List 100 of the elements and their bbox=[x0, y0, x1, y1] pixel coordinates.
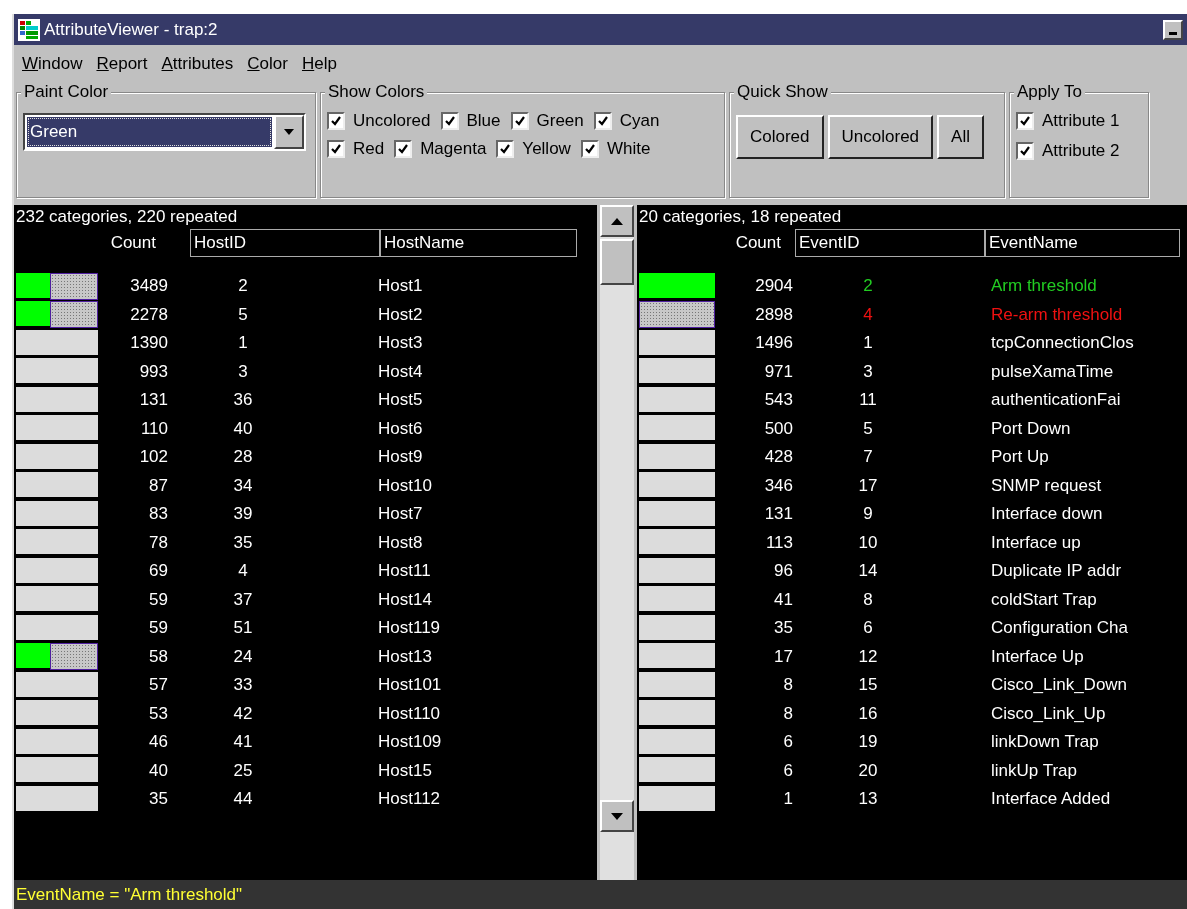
count-cell-text: 8 bbox=[782, 703, 793, 724]
count-bar[interactable] bbox=[639, 272, 715, 300]
count-bar[interactable] bbox=[639, 700, 715, 728]
column-header[interactable]: Count bbox=[637, 229, 787, 257]
name-cell-text: Interface Added bbox=[990, 789, 1111, 810]
count-bar[interactable] bbox=[16, 614, 98, 642]
scroll-thumb[interactable] bbox=[600, 239, 634, 285]
check-icon bbox=[1019, 145, 1031, 157]
count-bar[interactable] bbox=[639, 358, 715, 386]
name-cell-text: Host15 bbox=[377, 760, 432, 781]
id-cell-text: 37 bbox=[232, 589, 254, 610]
count-bar[interactable] bbox=[16, 500, 98, 528]
count-bar[interactable] bbox=[639, 443, 715, 471]
count-cell-text: 543 bbox=[763, 390, 793, 411]
scrollbar[interactable] bbox=[600, 205, 634, 880]
checkbox[interactable] bbox=[1016, 142, 1034, 160]
name-cell-text: Duplicate IP addr bbox=[990, 561, 1122, 582]
count-cell-text: 131 bbox=[763, 504, 793, 525]
selected-count-bar[interactable] bbox=[639, 301, 715, 329]
quick-show-button[interactable]: All bbox=[937, 115, 984, 159]
count-bar[interactable] bbox=[16, 472, 98, 500]
id-cell-text: 35 bbox=[232, 532, 254, 553]
count-bar[interactable] bbox=[16, 272, 50, 300]
count-bar[interactable] bbox=[639, 586, 715, 614]
checkbox[interactable] bbox=[394, 140, 413, 158]
count-bar[interactable] bbox=[639, 557, 715, 585]
name-cell-text: Interface Up bbox=[990, 646, 1084, 667]
count-bar[interactable] bbox=[639, 757, 715, 785]
count-cell-text: 57 bbox=[148, 675, 168, 696]
name-cell-text: Cisco_Link_Down bbox=[990, 675, 1128, 696]
count-cell-text: 6 bbox=[782, 732, 793, 753]
id-cell-text: 24 bbox=[232, 646, 254, 667]
name-cell-text: Host112 bbox=[377, 789, 441, 810]
count-bar[interactable] bbox=[16, 557, 98, 585]
checkbox[interactable] bbox=[496, 140, 515, 158]
count-bar[interactable] bbox=[16, 643, 50, 671]
count-bar[interactable] bbox=[639, 472, 715, 500]
checkbox[interactable] bbox=[440, 112, 459, 130]
count-bar[interactable] bbox=[16, 358, 98, 386]
count-bar[interactable] bbox=[639, 785, 715, 813]
count-cell-text: 87 bbox=[148, 475, 168, 496]
count-bar[interactable] bbox=[639, 386, 715, 414]
id-cell-text: 34 bbox=[232, 475, 254, 496]
name-cell-text: Configuration Cha bbox=[990, 618, 1129, 639]
count-bar[interactable] bbox=[16, 329, 98, 357]
column-header[interactable]: EventName bbox=[985, 229, 1180, 257]
id-cell-text: 11 bbox=[858, 390, 878, 411]
count-bar[interactable] bbox=[16, 586, 98, 614]
count-bar[interactable] bbox=[16, 757, 98, 785]
count-bar[interactable] bbox=[639, 643, 715, 671]
quick-show-button[interactable]: Colored bbox=[736, 115, 824, 159]
check-icon bbox=[513, 115, 526, 127]
name-cell-text: Host3 bbox=[377, 333, 423, 354]
checkbox[interactable] bbox=[593, 112, 612, 130]
check-icon bbox=[1019, 115, 1031, 127]
count-bar[interactable] bbox=[639, 728, 715, 756]
count-bar[interactable] bbox=[639, 500, 715, 528]
count-cell-text: 6 bbox=[782, 760, 793, 781]
count-cell-text: 35 bbox=[148, 789, 168, 810]
menu-item[interactable]: Report bbox=[94, 54, 150, 74]
count-cell-text: 58 bbox=[148, 646, 168, 667]
count-bar[interactable] bbox=[16, 386, 98, 414]
count-bar[interactable] bbox=[639, 529, 715, 557]
count-cell-text: 1496 bbox=[754, 333, 793, 354]
id-cell-text: 42 bbox=[232, 703, 254, 724]
checkbox[interactable] bbox=[580, 140, 599, 158]
group-title: Quick Show bbox=[737, 82, 828, 101]
checkbox[interactable] bbox=[1016, 112, 1034, 130]
count-cell-text: 1390 bbox=[129, 333, 168, 354]
menu-item[interactable]: Help bbox=[299, 54, 339, 74]
column-header[interactable]: Count bbox=[14, 229, 162, 257]
menu-item[interactable]: Attributes bbox=[159, 54, 236, 74]
checkbox[interactable] bbox=[327, 112, 345, 130]
column-header[interactable]: HostName bbox=[380, 229, 577, 257]
count-bar[interactable] bbox=[16, 671, 98, 699]
count-bar[interactable] bbox=[16, 415, 98, 443]
count-bar[interactable] bbox=[639, 415, 715, 443]
checkbox[interactable] bbox=[510, 112, 529, 130]
count-bar[interactable] bbox=[16, 728, 98, 756]
column-header[interactable]: HostID bbox=[190, 229, 380, 257]
quick-show-button[interactable]: Uncolored bbox=[827, 115, 934, 159]
summary-text: 20 categories, 18 repeated bbox=[638, 206, 843, 228]
count-bar[interactable] bbox=[639, 329, 715, 357]
paint-color-dropdown[interactable]: Green bbox=[23, 113, 306, 151]
name-cell-text: Arm threshold bbox=[990, 276, 1097, 297]
count-bar[interactable] bbox=[639, 671, 715, 699]
checkbox-label: Uncolored bbox=[353, 111, 431, 131]
id-cell-text: 12 bbox=[857, 646, 879, 667]
count-bar[interactable] bbox=[16, 785, 98, 813]
id-cell-text: 14 bbox=[857, 561, 879, 582]
menu-item[interactable]: Window bbox=[20, 54, 85, 74]
checkbox[interactable] bbox=[327, 140, 345, 158]
count-bar[interactable] bbox=[16, 301, 50, 329]
minimize-button[interactable] bbox=[1163, 19, 1183, 40]
count-bar[interactable] bbox=[639, 614, 715, 642]
count-bar[interactable] bbox=[16, 443, 98, 471]
column-header[interactable]: EventID bbox=[795, 229, 985, 257]
count-bar[interactable] bbox=[16, 700, 98, 728]
count-bar[interactable] bbox=[16, 529, 98, 557]
menu-item[interactable]: Color bbox=[245, 54, 290, 74]
